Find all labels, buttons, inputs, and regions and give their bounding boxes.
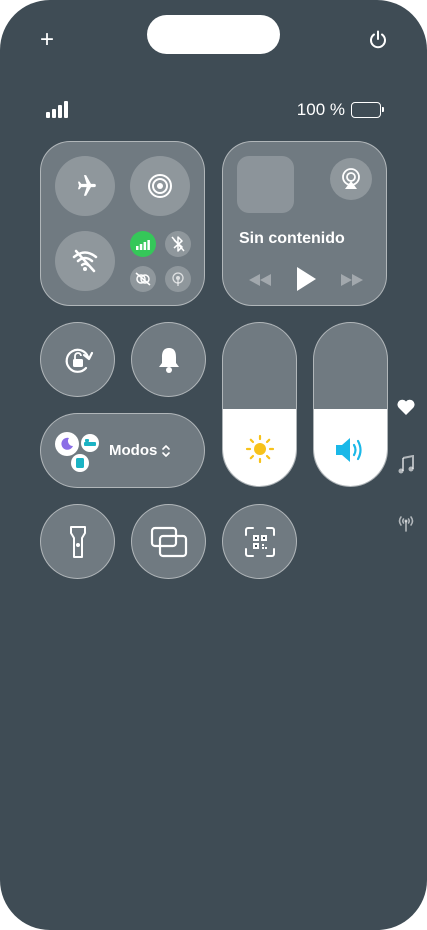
link-off-icon [135,272,151,286]
qr-code-icon [244,526,275,557]
airplay-button[interactable] [330,158,372,200]
bluetooth-button[interactable] [165,231,191,257]
brightness-slider[interactable] [222,322,297,487]
battery-icon [351,102,384,118]
speaker-icon [335,438,362,462]
airplay-icon [342,168,360,189]
chevron-up-down-icon [162,444,171,457]
forward-icon[interactable] [339,272,365,288]
rotation-lock-icon [65,348,93,373]
hotspot-icon [172,272,184,286]
cellular-button[interactable] [130,231,156,257]
airplane-mode-button[interactable] [55,156,115,216]
flashlight-icon [69,525,86,558]
bed-icon [81,434,99,452]
moon-icon [55,432,79,456]
airdrop-icon [148,174,172,198]
heart-icon[interactable] [396,397,416,417]
airdrop-button[interactable] [130,156,190,216]
silent-mode-button[interactable] [131,322,206,397]
power-icon[interactable] [368,30,388,50]
signal-strength-icon [46,101,68,118]
wifi-button[interactable] [55,231,115,291]
album-art-placeholder [237,156,294,213]
volume-slider[interactable] [313,322,388,487]
hotspot-button[interactable] [165,266,191,292]
rotation-lock-button[interactable] [40,322,115,397]
rewind-icon[interactable] [247,272,273,288]
cellular-icon [136,239,150,250]
sun-icon [245,434,274,464]
modes-label: Modos [109,442,158,459]
qr-scanner-button[interactable] [222,504,297,579]
plus-icon[interactable]: + [40,28,54,52]
bell-icon [158,347,179,373]
screen-mirroring-button[interactable] [131,504,206,579]
battery-indicator: 100 % [296,100,384,120]
media-tile[interactable]: Sin contenido [222,141,387,306]
link-button[interactable] [130,266,156,292]
media-title: Sin contenido [239,230,345,247]
wifi-off-icon [72,249,98,273]
screen-mirroring-icon [150,526,187,557]
focus-modes-button[interactable]: Modos [40,413,205,488]
airplane-icon [77,175,96,196]
control-center: + 100 % Sin contenido Modos [0,0,427,930]
music-note-icon[interactable] [396,455,416,475]
antenna-icon[interactable] [396,513,416,533]
dynamic-island [147,15,280,54]
battery-percentage: 100 % [296,100,345,119]
play-icon[interactable] [295,266,317,292]
person-icon [71,454,89,472]
bluetooth-off-icon [171,236,185,252]
connectivity-tile[interactable] [40,141,205,306]
flashlight-button[interactable] [40,504,115,579]
